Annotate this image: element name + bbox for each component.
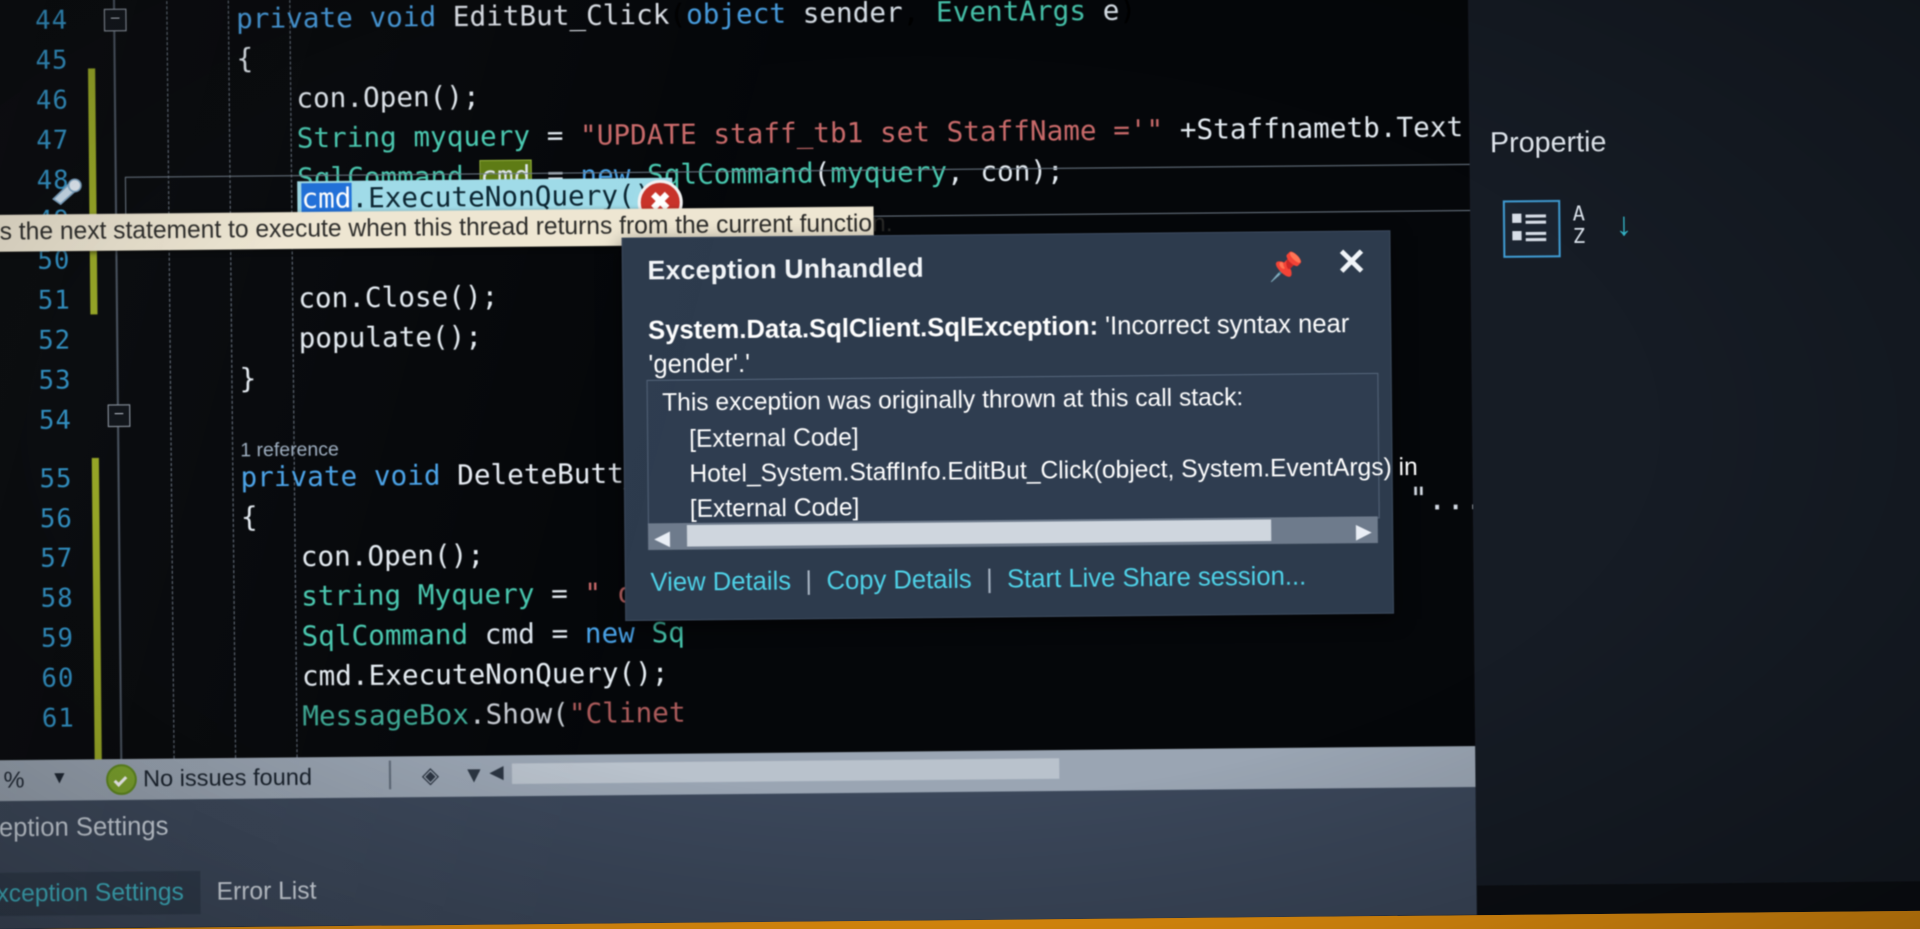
code-line-44: private void EditBut_Click(object sender… xyxy=(235,0,1137,36)
alphabetical-sort-icon[interactable]: A Z xyxy=(1572,200,1586,248)
dock-panel-title: xception Settings xyxy=(0,811,169,843)
chevron-left-icon[interactable]: ◀ xyxy=(489,762,503,784)
zoom-level[interactable]: 10 % xyxy=(0,766,25,794)
code-line-46: con.Open(); xyxy=(296,81,480,115)
exception-unhandled-popup[interactable]: Exception Unhandled 📌 ✕ System.Data.SqlC… xyxy=(621,230,1418,621)
properties-title: Propertie xyxy=(1489,125,1607,159)
exception-type: System.Data.SqlClient.SqlException: xyxy=(647,311,1099,345)
exception-title: Exception Unhandled xyxy=(647,252,925,286)
code-line-59: SqlCommand cmd = new Sq xyxy=(301,617,685,653)
codelens-reference-2[interactable]: 1 reference xyxy=(240,439,339,462)
alpha-sort-bottom: Z xyxy=(1572,223,1586,248)
dock-tab-strip: xception Settings Error List xyxy=(0,868,333,917)
selected-token-cmd: cmd xyxy=(301,182,352,216)
callstack-frame[interactable]: Hotel_System.StaffInfo.EditBut_Click(obj… xyxy=(689,453,1418,489)
view-details-link[interactable]: View Details xyxy=(650,567,791,598)
tab-exception-settings[interactable]: xception Settings xyxy=(0,871,201,917)
code-line-60: cmd.ExecuteNonQuery(); xyxy=(301,657,669,693)
code-line-53: } xyxy=(239,363,257,396)
status-divider xyxy=(388,760,392,790)
editor-horizontal-scrollbar[interactable] xyxy=(511,758,1060,785)
caret-down-icon[interactable]: ▼ xyxy=(51,768,68,789)
link-separator: | xyxy=(985,565,993,594)
start-live-share-link[interactable]: Start Live Share session... xyxy=(1007,562,1306,595)
visual-studio-window: 44 45 46 47 48 49 50 51 52 53 54 55 56 5… xyxy=(0,0,1747,929)
check-circle-icon xyxy=(105,764,137,796)
code-line-61: MessageBox.Show("Clinet xyxy=(302,697,686,733)
callstack-frame[interactable]: [External Code] xyxy=(689,424,859,454)
categorized-view-icon[interactable] xyxy=(1502,199,1561,258)
alpha-sort-top: A xyxy=(1572,200,1586,226)
code-line-51: con.Close(); xyxy=(298,280,499,315)
code-line-45: { xyxy=(236,43,254,76)
link-separator: | xyxy=(805,566,813,596)
flag-icon[interactable]: ◈ xyxy=(422,762,440,789)
exception-message: System.Data.SqlClient.SqlException: 'Inc… xyxy=(648,307,1366,382)
code-line-52: populate(); xyxy=(298,320,483,355)
chevron-left-icon[interactable]: ◀ xyxy=(654,525,670,551)
code-line-57: con.Open(); xyxy=(300,539,485,573)
pin-icon[interactable]: 📌 xyxy=(1269,251,1304,284)
screen-photo: 44 45 46 47 48 49 50 51 52 53 54 55 56 5… xyxy=(0,0,1920,929)
properties-pane: Propertie A Z ↓ xyxy=(1467,0,1920,886)
chevron-right-icon[interactable]: ▶ xyxy=(1356,518,1372,544)
callstack-intro: This exception was originally thrown at … xyxy=(662,383,1244,417)
issues-status-text[interactable]: No issues found xyxy=(143,763,312,792)
close-icon[interactable]: ✕ xyxy=(1336,241,1367,283)
exception-callstack-box[interactable]: This exception was originally thrown at … xyxy=(646,372,1418,526)
tab-error-list[interactable]: Error List xyxy=(200,870,333,914)
bottom-dock-panel: xception Settings xception Settings Erro… xyxy=(0,787,1477,929)
caret-down-icon[interactable]: ▼ xyxy=(463,762,486,789)
scrollbar-thumb[interactable] xyxy=(686,519,1272,547)
callstack-horizontal-scrollbar[interactable]: ◀ ▶ xyxy=(647,516,1378,551)
copy-details-link[interactable]: Copy Details xyxy=(826,565,972,596)
sort-arrow-icon[interactable]: ↓ xyxy=(1616,205,1633,243)
code-line-56: { xyxy=(240,501,258,534)
exception-actions: View Details | Copy Details | Start Live… xyxy=(650,562,1306,598)
callstack-frame[interactable]: [External Code] xyxy=(690,494,860,524)
